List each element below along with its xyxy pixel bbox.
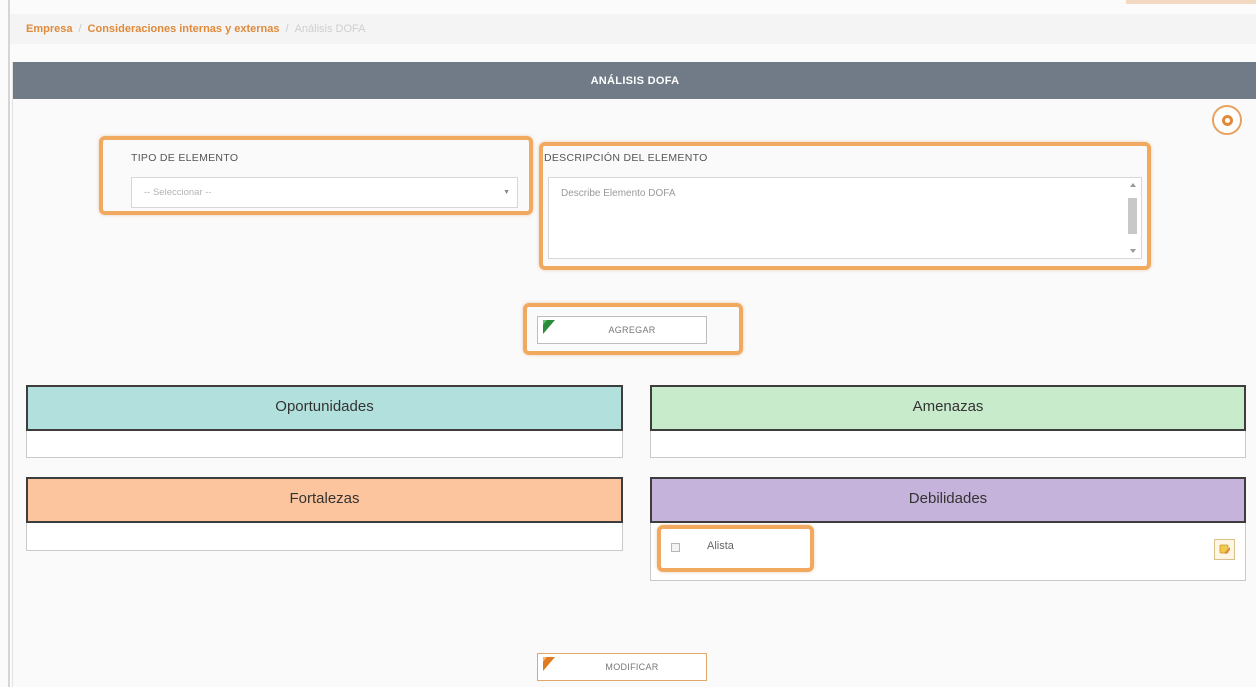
help-icon — [1221, 114, 1233, 126]
textarea-scrollbar[interactable] — [1126, 180, 1139, 256]
modify-button-label: MODIFICAR — [605, 662, 659, 672]
left-rule — [8, 0, 10, 687]
add-flag-icon — [543, 320, 555, 334]
breadcrumb-separator: / — [78, 23, 82, 35]
opportunities-title: Oportunidades — [26, 385, 623, 431]
opportunities-list — [26, 431, 623, 458]
add-button[interactable]: AGREGAR — [537, 316, 707, 344]
breadcrumb-separator: / — [285, 23, 289, 35]
quadrant-strengths: Fortalezas — [26, 477, 623, 551]
top-accent-bar — [1126, 0, 1256, 4]
help-button[interactable] — [1212, 105, 1242, 135]
scroll-down-icon[interactable] — [1130, 249, 1136, 253]
scroll-thumb[interactable] — [1128, 198, 1137, 234]
edit-icon — [1219, 544, 1230, 554]
caret-down-icon: ▼ — [503, 189, 510, 196]
threats-list — [650, 431, 1246, 458]
breadcrumb: Empresa / Consideraciones internas y ext… — [10, 14, 1256, 44]
weaknesses-title: Debilidades — [650, 477, 1246, 523]
type-select-value: -- Seleccionar -- — [144, 187, 212, 198]
page: Empresa / Consideraciones internas y ext… — [0, 0, 1256, 687]
edit-button[interactable] — [1214, 539, 1235, 560]
description-placeholder: Describe Elemento DOFA — [561, 188, 676, 199]
type-label: TIPO DE ELEMENTO — [131, 152, 239, 164]
breadcrumb-current: Análisis DOFA — [294, 23, 366, 35]
strengths-list — [26, 523, 623, 551]
description-textarea[interactable]: Describe Elemento DOFA — [548, 177, 1142, 259]
threats-title: Amenazas — [650, 385, 1246, 431]
quadrant-threats: Amenazas — [650, 385, 1246, 458]
type-select[interactable]: -- Seleccionar -- ▼ — [131, 177, 518, 208]
description-label: DESCRIPCIÓN DEL ELEMENTO — [544, 152, 708, 164]
highlight-weakness-item — [657, 525, 814, 572]
breadcrumb-item-empresa[interactable]: Empresa — [26, 23, 72, 35]
modify-button[interactable]: MODIFICAR — [537, 653, 707, 681]
scroll-up-icon[interactable] — [1130, 183, 1136, 187]
strengths-title: Fortalezas — [26, 477, 623, 523]
panel-header: ANÁLISIS DOFA — [13, 62, 1256, 99]
quadrant-opportunities: Oportunidades — [26, 385, 623, 458]
breadcrumb-item-consideraciones[interactable]: Consideraciones internas y externas — [88, 23, 280, 35]
add-button-label: AGREGAR — [608, 325, 656, 335]
modify-flag-icon — [543, 657, 555, 671]
